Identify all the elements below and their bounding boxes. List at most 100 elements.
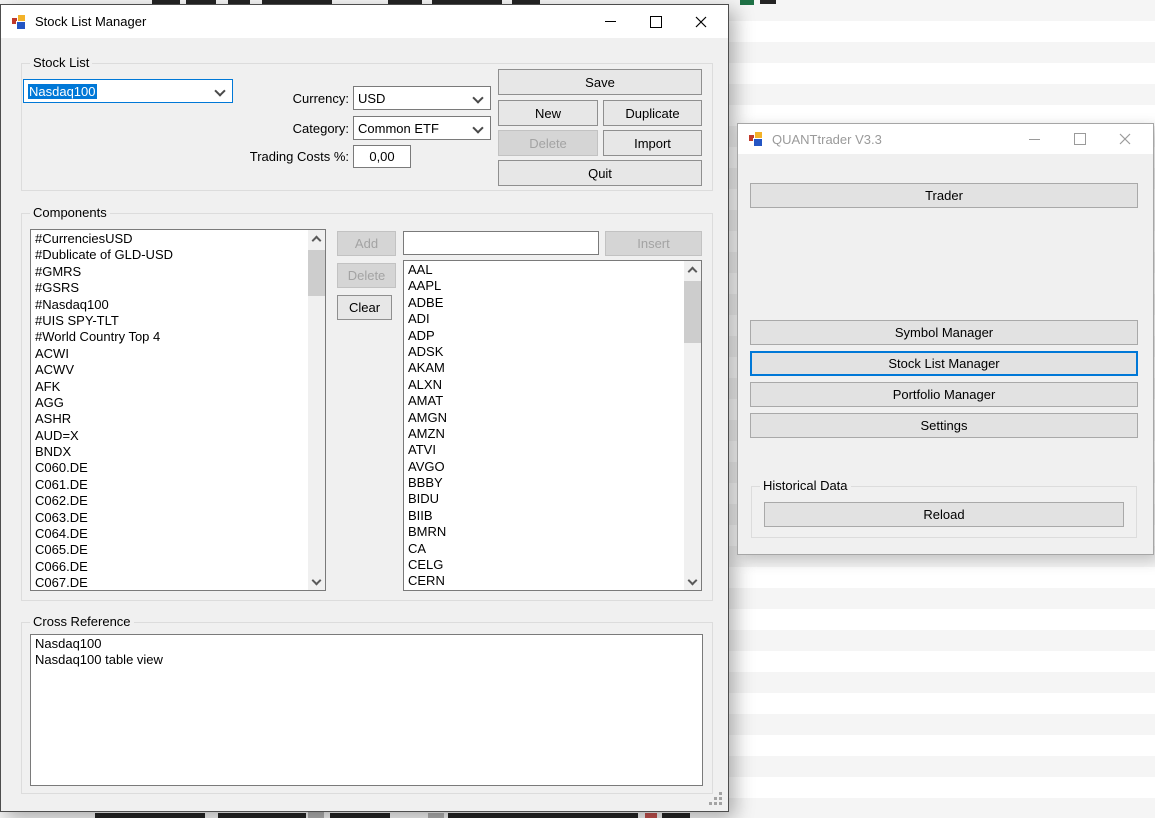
resize-grip[interactable]	[719, 802, 722, 805]
import-button[interactable]: Import	[603, 130, 702, 156]
currency-combobox-value: USD	[358, 91, 385, 106]
list-item[interactable]: CELG	[405, 557, 683, 573]
chevron-down-icon	[472, 122, 483, 133]
desktop: Stock List Manager Stock List Nasdaq100 …	[0, 0, 1155, 818]
maximize-button[interactable]	[1057, 124, 1102, 154]
scrollbar[interactable]	[684, 261, 701, 590]
list-item[interactable]: ADBE	[405, 295, 683, 311]
list-item[interactable]: C060.DE	[32, 460, 307, 476]
trading-costs-input[interactable]	[353, 145, 411, 168]
list-item[interactable]: AMAT	[405, 393, 683, 409]
app-icon	[748, 131, 764, 147]
background-fragment	[760, 0, 776, 4]
list-item[interactable]: BBBY	[405, 475, 683, 491]
symbols-listbox[interactable]: AALAAPLADBEADIADPADSKAKAMALXNAMATAMGNAMZ…	[403, 260, 702, 591]
list-item[interactable]: BIIB	[405, 508, 683, 524]
list-item[interactable]: AFK	[32, 379, 307, 395]
list-item[interactable]: ADP	[405, 328, 683, 344]
background-fragment	[662, 813, 690, 818]
settings-button[interactable]: Settings	[750, 413, 1138, 438]
list-item[interactable]: C067.DE	[32, 575, 307, 589]
stock-lists-listbox[interactable]: #CurrenciesUSD#Dublicate of GLD-USD#GMRS…	[30, 229, 326, 591]
symbol-input[interactable]	[403, 231, 599, 255]
maximize-icon	[650, 16, 662, 28]
list-item[interactable]: ACWV	[32, 362, 307, 378]
minimize-button[interactable]	[588, 5, 633, 38]
stock-list-manager-button[interactable]: Stock List Manager	[750, 351, 1138, 376]
scrollbar-down-button[interactable]	[308, 573, 325, 590]
scrollbar-up-button[interactable]	[684, 261, 701, 278]
list-item[interactable]: #UIS SPY-TLT	[32, 313, 307, 329]
close-button[interactable]	[678, 5, 723, 38]
scrollbar[interactable]	[308, 230, 325, 590]
quit-button[interactable]: Quit	[498, 160, 702, 186]
list-item[interactable]: BMRN	[405, 524, 683, 540]
list-item[interactable]: #GSRS	[32, 280, 307, 296]
category-label: Category:	[231, 116, 349, 140]
list-item[interactable]: ATVI	[405, 442, 683, 458]
list-item[interactable]: AVGO	[405, 459, 683, 475]
background-fragment-excel	[740, 0, 754, 5]
list-item[interactable]: CA	[405, 541, 683, 557]
maximize-button[interactable]	[633, 5, 678, 38]
list-item[interactable]: Nasdaq100 table view	[32, 652, 701, 668]
list-item[interactable]: ALXN	[405, 377, 683, 393]
category-combobox[interactable]: Common ETF	[353, 116, 491, 140]
minimize-button[interactable]	[1012, 124, 1057, 154]
scrollbar-down-button[interactable]	[684, 573, 701, 590]
list-item[interactable]: #CurrenciesUSD	[32, 231, 307, 247]
titlebar[interactable]: Stock List Manager	[1, 5, 728, 38]
app-icon	[11, 14, 27, 30]
delete-component-button: Delete	[337, 263, 396, 288]
save-button[interactable]: Save	[498, 69, 702, 95]
list-item[interactable]: ASHR	[32, 411, 307, 427]
close-button[interactable]	[1102, 124, 1147, 154]
list-item[interactable]: AMGN	[405, 410, 683, 426]
duplicate-button[interactable]: Duplicate	[603, 100, 702, 126]
stock-list-combobox[interactable]: Nasdaq100	[23, 79, 233, 103]
list-item[interactable]: #Dublicate of GLD-USD	[32, 247, 307, 263]
category-combobox-value: Common ETF	[358, 121, 439, 136]
list-item[interactable]: AUD=X	[32, 428, 307, 444]
currency-combobox[interactable]: USD	[353, 86, 491, 110]
list-item[interactable]: AMZN	[405, 426, 683, 442]
background-fragment	[645, 813, 657, 818]
background-fragment	[95, 813, 205, 818]
symbol-manager-button[interactable]: Symbol Manager	[750, 320, 1138, 345]
list-item[interactable]: AGG	[32, 395, 307, 411]
cross-reference-listbox[interactable]: Nasdaq100Nasdaq100 table view	[30, 634, 703, 786]
scrollbar-thumb[interactable]	[308, 250, 325, 296]
list-item[interactable]: CERN	[405, 573, 683, 589]
stock-list-manager-window: Stock List Manager Stock List Nasdaq100 …	[0, 4, 729, 812]
reload-button[interactable]: Reload	[764, 502, 1124, 527]
chevron-up-icon	[312, 235, 322, 245]
new-button[interactable]: New	[498, 100, 598, 126]
list-item[interactable]: #Nasdaq100	[32, 297, 307, 313]
scrollbar-up-button[interactable]	[308, 230, 325, 247]
list-item[interactable]: Nasdaq100	[32, 636, 701, 652]
list-item[interactable]: C062.DE	[32, 493, 307, 509]
list-item[interactable]: #World Country Top 4	[32, 329, 307, 345]
list-item[interactable]: ADI	[405, 311, 683, 327]
list-item[interactable]: AAPL	[405, 278, 683, 294]
list-item[interactable]: ADSK	[405, 344, 683, 360]
currency-label: Currency:	[231, 86, 349, 110]
list-item[interactable]: ACWI	[32, 346, 307, 362]
clear-button[interactable]: Clear	[337, 295, 392, 320]
trader-button[interactable]: Trader	[750, 183, 1138, 208]
list-item[interactable]: C064.DE	[32, 526, 307, 542]
portfolio-manager-button[interactable]: Portfolio Manager	[750, 382, 1138, 407]
add-button: Add	[337, 231, 396, 256]
list-item[interactable]: C065.DE	[32, 542, 307, 558]
list-item[interactable]: #GMRS	[32, 264, 307, 280]
scrollbar-thumb[interactable]	[684, 281, 701, 343]
list-item[interactable]: C066.DE	[32, 559, 307, 575]
titlebar[interactable]: QUANTtrader V3.3	[738, 124, 1153, 154]
list-item[interactable]: AKAM	[405, 360, 683, 376]
list-item[interactable]: BIDU	[405, 491, 683, 507]
list-item[interactable]: BNDX	[32, 444, 307, 460]
list-item[interactable]: C061.DE	[32, 477, 307, 493]
list-item[interactable]: C063.DE	[32, 510, 307, 526]
chevron-down-icon	[472, 92, 483, 103]
list-item[interactable]: AAL	[405, 262, 683, 278]
